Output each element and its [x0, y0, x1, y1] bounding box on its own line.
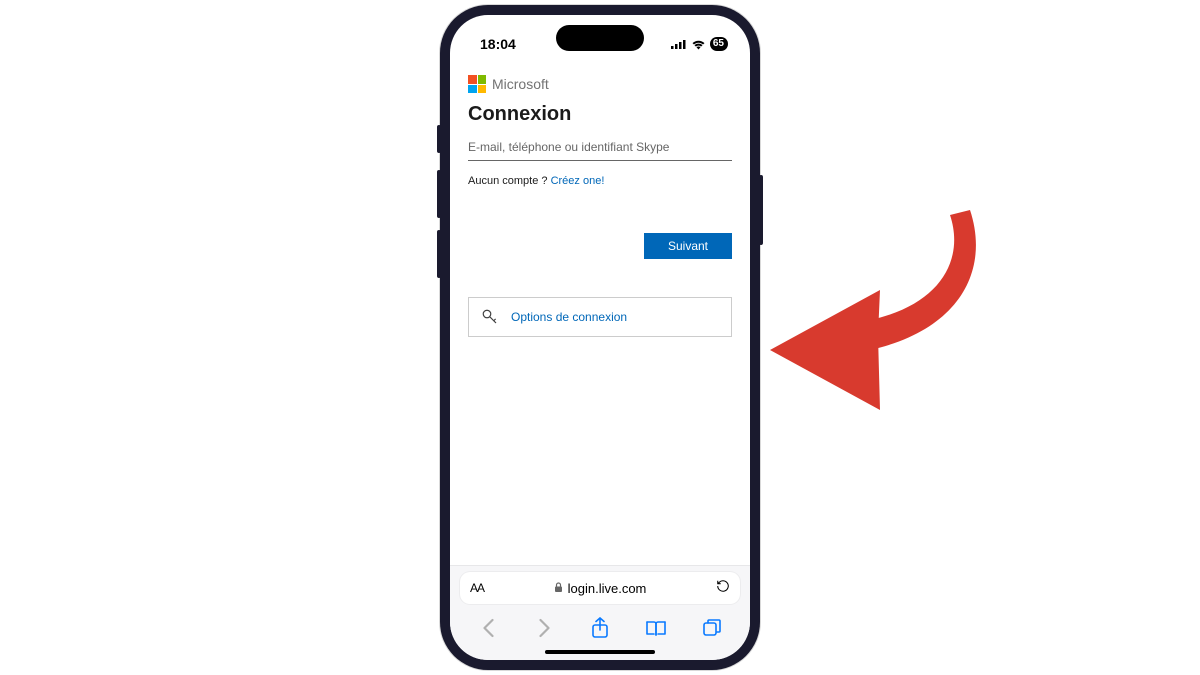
safari-chrome: AA login.live.com: [450, 565, 750, 660]
signin-title: Connexion: [468, 103, 732, 126]
key-icon: [481, 308, 499, 326]
callout-arrow-icon: [760, 180, 1000, 420]
forward-button[interactable]: [526, 614, 562, 642]
lock-icon: [554, 581, 563, 596]
text-size-button[interactable]: AA: [470, 581, 484, 595]
tabs-button[interactable]: [694, 614, 730, 642]
back-button[interactable]: [470, 614, 506, 642]
signin-options-button[interactable]: Options de connexion: [468, 297, 732, 337]
dynamic-island: [556, 25, 644, 51]
create-account-link[interactable]: Créez one!: [551, 175, 605, 187]
phone-screen: 18:04 65 Microsoft Connexion Aucun compt…: [450, 15, 750, 660]
safari-toolbar: [450, 610, 750, 648]
microsoft-logo-icon: [468, 75, 486, 93]
signin-options-label: Options de connexion: [511, 310, 627, 324]
status-indicators: 65: [671, 37, 728, 51]
no-account-text: Aucun compte ?: [468, 175, 551, 187]
side-button: [437, 125, 441, 153]
url-bar[interactable]: AA login.live.com: [460, 572, 740, 604]
url-display: login.live.com: [554, 581, 647, 596]
phone-frame: 18:04 65 Microsoft Connexion Aucun compt…: [440, 5, 760, 670]
volume-up-button: [437, 170, 441, 218]
url-text: login.live.com: [568, 581, 647, 596]
cellular-icon: [671, 39, 687, 49]
status-time: 18:04: [480, 36, 516, 52]
microsoft-logo-row: Microsoft: [468, 75, 732, 93]
page-content: Microsoft Connexion Aucun compte ? Créez…: [450, 67, 750, 565]
share-button[interactable]: [582, 614, 618, 642]
battery-indicator: 65: [710, 37, 728, 51]
identity-input[interactable]: [468, 136, 732, 161]
microsoft-brand-text: Microsoft: [492, 76, 549, 92]
reload-button[interactable]: [716, 579, 730, 598]
volume-down-button: [437, 230, 441, 278]
no-account-row: Aucun compte ? Créez one!: [468, 175, 732, 187]
next-button[interactable]: Suivant: [644, 233, 732, 259]
wifi-icon: [691, 39, 706, 50]
home-indicator: [545, 650, 655, 654]
power-button: [759, 175, 763, 245]
bookmarks-button[interactable]: [638, 614, 674, 642]
